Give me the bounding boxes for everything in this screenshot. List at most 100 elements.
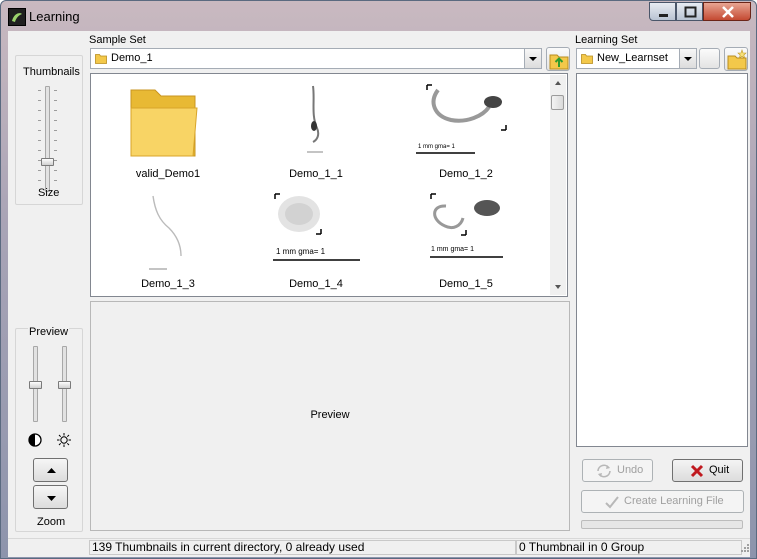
quit-button[interactable]: Quit: [672, 459, 743, 482]
check-icon: [605, 496, 619, 509]
sample-set-value: Demo_1: [111, 52, 153, 64]
learning-set-label: Learning Set: [575, 34, 638, 46]
arrow-down-icon: [47, 496, 56, 501]
slider-tick: [54, 160, 57, 161]
thumbnail-caption: Demo_1_4: [289, 278, 343, 290]
quit-label: Quit: [709, 464, 730, 476]
thumbnail-caption: Demo_1_5: [439, 278, 493, 290]
brightness-slider-thumb[interactable]: [58, 381, 71, 389]
slider-tick: [38, 180, 41, 181]
slider-tick: [54, 100, 57, 101]
status-right: 0 Thumbnail in 0 Group: [516, 540, 742, 555]
dropdown-arrow[interactable]: [679, 49, 696, 68]
open-folder-button[interactable]: [546, 47, 570, 71]
close-icon: [690, 464, 704, 478]
thumbnail-image[interactable]: 1 mm gma= 1 Demo_1_4: [241, 190, 391, 300]
thumbnail-image[interactable]: 1 mm gma= 1 Demo_1_5: [391, 190, 541, 300]
slider-tick: [38, 110, 41, 111]
arrow-up-icon: [47, 468, 56, 473]
slider-tick: [38, 150, 41, 151]
window-title: Learning: [29, 9, 80, 24]
learning-set-dropdown[interactable]: New_Learnset: [576, 48, 697, 69]
thumbnail-image[interactable]: Demo_1_3: [93, 190, 243, 300]
scale-text: 1 mm gma= 1: [431, 246, 474, 253]
progress-bar: [581, 520, 743, 529]
slider-tick: [54, 150, 57, 151]
scale-text: 1 mm gma= 1: [276, 247, 326, 256]
blank-button[interactable]: [699, 48, 720, 69]
dropdown-arrow[interactable]: [524, 49, 541, 68]
thumbnail-caption: Demo_1_3: [141, 278, 195, 290]
folder-icon: [581, 54, 593, 64]
slider-tick: [54, 90, 57, 91]
preview-pane: Preview: [90, 301, 570, 531]
app-logo-icon: [8, 8, 26, 26]
slider-tick: [54, 110, 57, 111]
thumbnails-group: Thumbnails Size: [15, 55, 83, 205]
preview-placeholder: Preview: [310, 409, 350, 421]
brightness-icon: [57, 433, 71, 447]
new-folder-icon: [727, 49, 747, 70]
create-learning-file-button[interactable]: Create Learning File: [581, 490, 744, 513]
application-window: Learning Thumbnails Size Preview Zoom Sa…: [0, 0, 757, 559]
undo-button[interactable]: Undo: [582, 459, 653, 482]
slider-tick: [38, 100, 41, 101]
thumbnail-grid[interactable]: valid_Demo1 Demo_1_1 1 mm gma= 1 Demo_1_…: [90, 73, 568, 297]
scrollbar-thumb[interactable]: [551, 95, 564, 110]
contrast-icon: [28, 433, 42, 447]
preview-controls-group: Preview Zoom: [15, 326, 83, 532]
sample-image: [307, 85, 323, 153]
sample-set-dropdown[interactable]: Demo_1: [90, 48, 542, 69]
new-learnset-button[interactable]: [724, 47, 748, 71]
folder-up-icon: [549, 54, 569, 70]
size-slider-track[interactable]: [45, 86, 50, 192]
sample-image: [149, 195, 182, 270]
size-slider-thumb[interactable]: [41, 158, 54, 166]
folder-icon: [95, 54, 107, 64]
thumbnail-scrollbar[interactable]: [550, 75, 566, 295]
chevron-down-icon: [684, 57, 692, 61]
close-icon: [722, 6, 734, 18]
minimize-button[interactable]: [649, 2, 676, 21]
thumbnail-caption: Demo_1_1: [289, 168, 343, 180]
minimize-icon: [659, 14, 668, 17]
zoom-label: Zoom: [37, 516, 66, 528]
preview-controls-label: Preview: [28, 326, 70, 338]
slider-tick: [38, 170, 41, 171]
maximize-button[interactable]: [676, 2, 703, 21]
slider-tick: [54, 140, 57, 141]
maximize-icon: [684, 6, 697, 18]
undo-icon: [597, 464, 611, 478]
sample-image: 1 mm gma= 1: [416, 84, 507, 154]
scroll-up-icon[interactable]: [550, 75, 566, 91]
undo-label: Undo: [617, 464, 644, 476]
title-bar[interactable]: Learning: [1, 1, 756, 31]
size-label: Size: [38, 187, 60, 199]
thumbnail-image[interactable]: 1 mm gma= 1 Demo_1_2: [391, 80, 541, 190]
slider-tick: [54, 120, 57, 121]
contrast-slider-thumb[interactable]: [29, 381, 42, 389]
thumbnails-label: Thumbnails: [23, 66, 80, 78]
create-label: Create Learning File: [624, 495, 724, 507]
status-left: 139 Thumbnails in current directory, 0 a…: [89, 540, 516, 555]
thumbnail-image[interactable]: Demo_1_1: [241, 80, 391, 190]
close-button[interactable]: [703, 2, 751, 21]
slider-tick: [38, 90, 41, 91]
resize-grip-icon[interactable]: [738, 543, 750, 555]
scroll-down-icon[interactable]: [550, 279, 566, 295]
thumbnail-folder[interactable]: valid_Demo1: [93, 80, 243, 190]
slider-tick: [54, 180, 57, 181]
client-area: Thumbnails Size Preview Zoom Sample Set …: [8, 31, 750, 538]
sample-image: 1 mm gma= 1: [273, 193, 360, 261]
learning-set-value: New_Learnset: [597, 52, 668, 64]
folder-icon: [130, 89, 198, 157]
slider-tick: [54, 130, 57, 131]
zoom-down-button[interactable]: [33, 485, 68, 509]
learning-set-list[interactable]: [576, 73, 748, 447]
status-bar: 139 Thumbnails in current directory, 0 a…: [8, 538, 750, 557]
thumbnail-caption: Demo_1_2: [439, 168, 493, 180]
slider-tick: [38, 120, 41, 121]
zoom-up-button[interactable]: [33, 458, 68, 482]
slider-tick: [54, 170, 57, 171]
slider-tick: [38, 140, 41, 141]
